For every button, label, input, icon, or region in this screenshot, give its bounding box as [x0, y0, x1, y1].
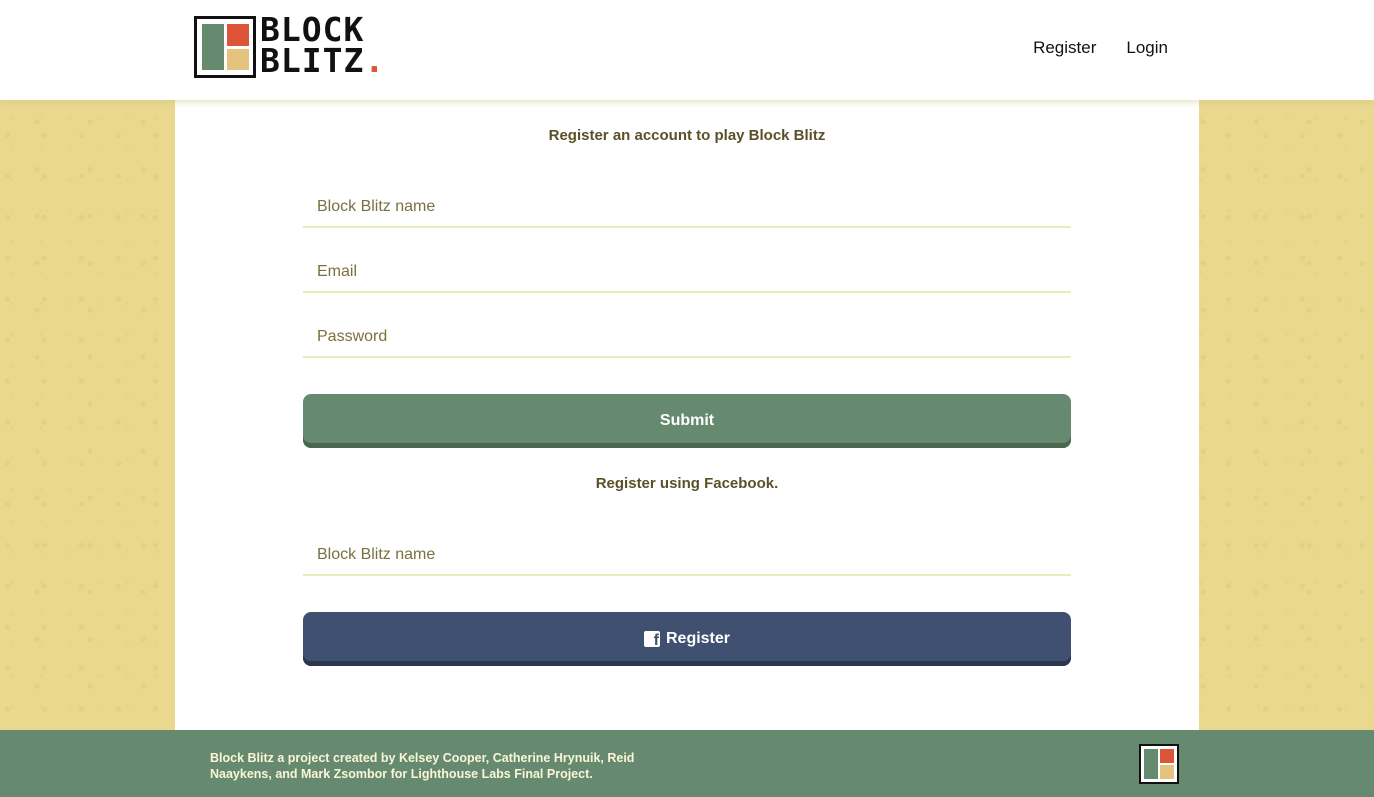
nav-login-link[interactable]: Login — [1126, 38, 1168, 58]
password-input[interactable] — [303, 318, 1071, 356]
facebook-register-button[interactable]: Register — [303, 612, 1071, 666]
facebook-register-label: Register — [665, 630, 731, 647]
name-field — [303, 188, 1071, 228]
submit-button-label: Submit — [659, 412, 715, 429]
register-panel: Register an account to play Block Blitz … — [175, 100, 1199, 730]
email-field — [303, 253, 1071, 293]
facebook-heading: Register using Facebook. — [595, 475, 779, 492]
site-header: BLOCK BLITZ. Register Login — [0, 0, 1374, 100]
block-blitz-name-input[interactable] — [303, 188, 1071, 226]
register-heading: Register an account to play Block Blitz — [548, 127, 826, 144]
logo-mark-icon — [194, 16, 256, 78]
block-blitz-logo[interactable]: BLOCK BLITZ. — [194, 13, 398, 80]
logo-word-blitz: BLITZ. — [260, 41, 386, 80]
nav-register-link[interactable]: Register — [1033, 38, 1096, 58]
logo-wordmark: BLOCK BLITZ. — [260, 13, 386, 80]
facebook-name-field — [303, 536, 1071, 576]
site-footer: Block Blitz a project created by Kelsey … — [0, 730, 1374, 797]
top-nav: Register Login — [1033, 38, 1168, 58]
email-input[interactable] — [303, 253, 1071, 291]
password-field — [303, 318, 1071, 358]
footer-credits: Block Blitz a project created by Kelsey … — [210, 751, 635, 781]
facebook-icon — [643, 631, 660, 647]
facebook-block-blitz-name-input[interactable] — [303, 536, 1071, 574]
submit-button[interactable]: Submit — [303, 394, 1071, 448]
footer-logo-icon[interactable] — [1139, 744, 1179, 784]
